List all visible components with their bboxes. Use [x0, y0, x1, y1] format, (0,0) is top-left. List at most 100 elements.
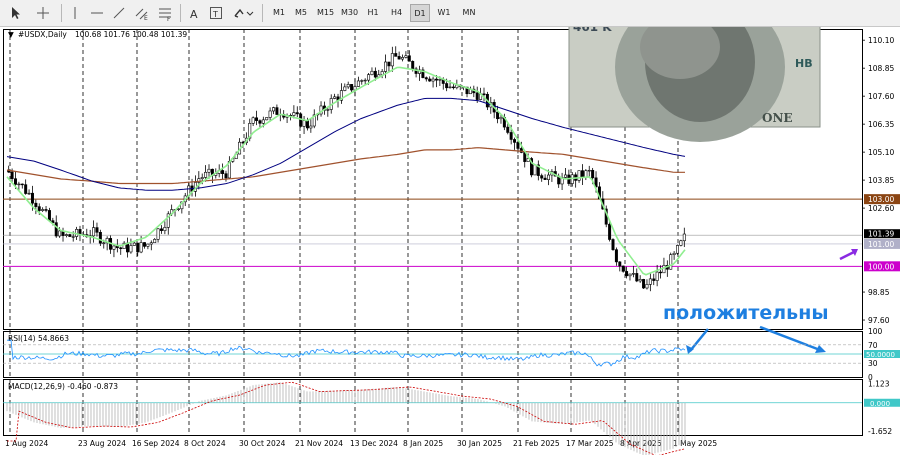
- macd-axis-label: -1.652: [868, 427, 892, 436]
- candle-body: [200, 177, 204, 179]
- fibonacci-icon[interactable]: F: [156, 4, 174, 22]
- candle-body: [251, 117, 255, 124]
- candle-body: [27, 192, 31, 195]
- svg-text:T: T: [212, 10, 218, 19]
- candle-body: [669, 254, 673, 270]
- candle-body: [47, 210, 51, 221]
- banknote-serial: 461 K: [573, 27, 612, 34]
- banknote-series: HB: [795, 57, 813, 70]
- time-axis-label: 23 Aug 2024: [78, 439, 126, 448]
- candle-body: [163, 227, 167, 231]
- text-icon[interactable]: A: [185, 4, 203, 22]
- time-axis-label: 21 Feb 2025: [513, 439, 560, 448]
- candle-body: [547, 174, 550, 180]
- candle-body: [638, 279, 642, 282]
- time-axis-label: 21 Nov 2024: [295, 439, 343, 448]
- candle-body: [621, 265, 625, 272]
- candle-body: [207, 168, 211, 173]
- candle-body: [156, 228, 160, 240]
- candle-body: [434, 78, 438, 81]
- candle-body: [309, 125, 313, 129]
- candle-body: [17, 183, 21, 186]
- candle-body: [506, 126, 510, 133]
- text-label-icon[interactable]: T: [207, 4, 225, 22]
- candle-body: [112, 245, 116, 250]
- support-level-label: 100.00: [868, 262, 894, 271]
- candle-body: [628, 273, 632, 277]
- candle-body: [428, 78, 432, 82]
- candle-body: [302, 120, 306, 127]
- candle-body: [30, 192, 34, 204]
- candle-body: [431, 78, 435, 82]
- candle-body: [44, 209, 48, 211]
- price-axis-label: 103.85: [868, 176, 894, 185]
- candle-body: [635, 273, 639, 282]
- candle-body: [652, 278, 656, 281]
- candle-body: [333, 96, 337, 99]
- timeframe-h4[interactable]: H4: [386, 4, 407, 22]
- chart-ohlc: 100.68 101.76 100.48 101.39: [75, 30, 187, 39]
- equidistant-channel-icon[interactable]: E: [133, 4, 151, 22]
- price-axis-label: 108.85: [868, 64, 894, 73]
- candle-body: [509, 132, 513, 140]
- annotation-text: положительны: [663, 302, 829, 324]
- candle-body: [679, 240, 683, 246]
- timeframe-w1[interactable]: W1: [433, 4, 455, 22]
- candle-body: [272, 107, 275, 112]
- candle-body: [448, 86, 452, 89]
- horizontal-line-icon[interactable]: [88, 4, 106, 22]
- trendline-icon[interactable]: [110, 4, 128, 22]
- candle-body: [129, 245, 133, 253]
- candle-body: [407, 55, 411, 62]
- candle-body: [221, 170, 225, 174]
- cursor-icon[interactable]: [6, 4, 24, 22]
- candle-body: [445, 83, 449, 89]
- candle-body: [533, 164, 537, 176]
- candle-body: [343, 86, 347, 91]
- candle-body: [54, 222, 58, 237]
- candle-body: [261, 119, 265, 124]
- candle-body: [676, 245, 680, 254]
- timeframe-m15[interactable]: M15: [314, 4, 337, 22]
- timeframe-d1[interactable]: D1: [410, 4, 430, 22]
- arrows-icon[interactable]: [231, 4, 255, 22]
- timeframe-m30[interactable]: M30: [338, 4, 361, 22]
- candle-body: [513, 139, 517, 143]
- candle-body: [20, 183, 24, 186]
- current-price-label: 101.39: [868, 230, 894, 239]
- price-chart[interactable]: 1 Aug 2024 23 Aug 2024 16 Sep 2024 8 Oct 20…: [0, 27, 900, 455]
- candle-body: [68, 234, 72, 237]
- candle-body: [367, 74, 371, 81]
- candle-body: [360, 80, 364, 82]
- timeframe-m1[interactable]: M1: [269, 4, 289, 22]
- candle-body: [98, 231, 102, 244]
- time-axis-label: 1 May 2025: [673, 439, 717, 448]
- candle-body: [356, 80, 360, 87]
- candle-body: [648, 278, 652, 285]
- banknote-word: ONE: [762, 111, 793, 125]
- candle-body: [540, 175, 544, 179]
- candle-body: [591, 169, 595, 179]
- candle-body: [611, 239, 615, 250]
- candle-body: [370, 70, 374, 75]
- candle-body: [373, 70, 377, 78]
- candle-body: [176, 208, 180, 210]
- candle-body: [224, 173, 228, 179]
- candle-body: [496, 111, 500, 120]
- crosshair-icon[interactable]: [34, 4, 52, 22]
- macd-label: MACD(12,26,9) -0.460 -0.873: [8, 382, 118, 391]
- timeframe-mn[interactable]: MN: [458, 4, 480, 22]
- price-axis-label: 97.60: [868, 316, 890, 325]
- timeframe-m5[interactable]: M5: [290, 4, 312, 22]
- banknote-image: 461 K HB ONE: [568, 27, 821, 142]
- vertical-line-icon[interactable]: [66, 4, 84, 22]
- candle-body: [645, 284, 649, 289]
- candle-body: [397, 56, 401, 60]
- candle-body: [642, 279, 646, 289]
- candle-body: [404, 55, 408, 58]
- timeframe-h1[interactable]: H1: [363, 4, 383, 22]
- candle-body: [614, 249, 618, 263]
- rsi-axis-label: 30: [868, 359, 878, 368]
- candle-body: [587, 169, 591, 172]
- chart-symbol: #USDX,Daily: [18, 30, 67, 39]
